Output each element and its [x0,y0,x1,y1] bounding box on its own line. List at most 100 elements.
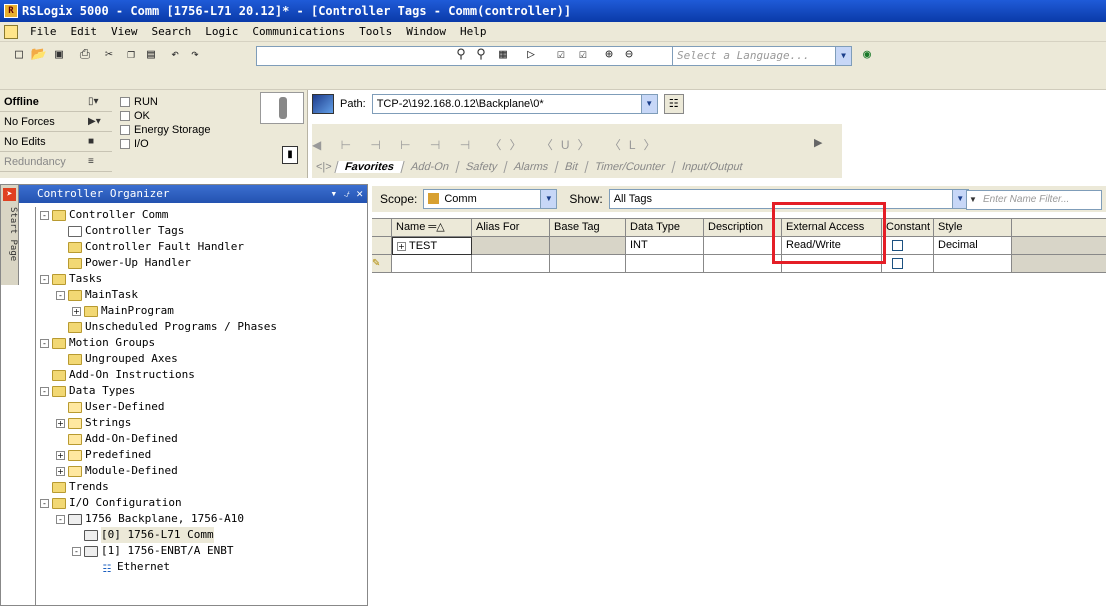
start-page-tab[interactable]: ➤ Start Page [1,185,19,285]
style-cell[interactable] [934,255,1012,273]
collapse-icon[interactable]: - [40,498,49,508]
network-path-icon[interactable] [312,94,334,114]
language-select[interactable]: Select a Language... ▼ [672,46,852,66]
tree-node[interactable]: - 1756 Backplane, 1756-A10 [56,511,244,527]
print-icon[interactable]: ⎙ [76,46,94,64]
tree-node[interactable]: [0] 1756-L71 Comm [72,527,214,543]
path-combo[interactable]: TCP-2\192.168.0.12\Backplane\0* ▼ [371,94,658,114]
tab-timer-counter[interactable]: Timer/Counter [584,161,675,173]
style-cell[interactable]: Decimal [934,237,1012,255]
tab-input-output[interactable]: Input/Output [671,161,752,173]
tree-node[interactable]: - I/O Configuration [40,495,182,511]
col-name-header[interactable]: Name ═△ [392,219,472,237]
ladder-instruction-icons[interactable]: ◀ ⊢ ⊣ ⊢ ⊣ ⊣ 〈〉 〈U〉 〈L〉 [312,136,664,153]
chevron-down-icon[interactable]: ▼ [835,47,851,65]
menu-communications[interactable]: Communications [250,25,347,38]
table-row[interactable]: ✎ [372,255,1106,273]
expand-icon[interactable]: + [56,418,65,428]
tree-node[interactable]: Add-On Instructions [40,367,195,383]
forces-arrow-icon[interactable]: ▶▾ [88,112,101,132]
data-type-cell[interactable]: INT [626,237,704,255]
constant-checkbox[interactable] [892,258,903,269]
tree-node[interactable]: + Strings [56,415,131,431]
verify-icon[interactable]: ☑ [552,46,570,64]
collapse-icon[interactable]: - [40,386,49,396]
scope-select[interactable]: Comm ▼ [423,189,558,209]
col-base-tag-header[interactable]: Base Tag [550,219,626,237]
redo-icon[interactable]: ↷ [186,46,204,64]
globe-icon[interactable]: ◉ [858,46,876,64]
name-filter-input[interactable]: Enter Name Filter... [966,190,1102,210]
tag-name-cell[interactable]: + TEST [392,237,472,255]
tree-node[interactable]: Add-On-Defined [56,431,178,447]
col-data-type-header[interactable]: Data Type [626,219,704,237]
table-row[interactable]: + TEST INT Read/Write Decimal [372,237,1106,255]
cut-icon[interactable]: ✂ [100,46,118,64]
tree-node[interactable]: - Tasks [40,271,102,287]
browse-logic-icon[interactable]: ▦ [494,46,512,64]
tab-bit[interactable]: Bit [554,161,588,173]
forces-status[interactable]: No Forces ▶▾ [0,112,112,132]
collapse-icon[interactable]: - [40,338,49,348]
tree-node[interactable]: Unscheduled Programs / Phases [56,319,277,335]
col-constant-header[interactable]: Constant [882,219,934,237]
tab-scroll-icon[interactable]: <|> [312,161,336,173]
search-combo[interactable]: ▼ [256,46,724,66]
alias-for-cell[interactable] [472,237,550,255]
constant-checkbox[interactable] [892,240,903,251]
tree-node[interactable]: ☷ Ethernet [88,559,170,575]
edits-status[interactable]: No Edits ■ [0,132,112,152]
collapse-icon[interactable]: - [40,210,49,220]
tree-node[interactable]: + MainProgram [72,303,174,319]
menu-tools[interactable]: Tools [357,25,394,38]
tree-node[interactable]: Ungrouped Axes [56,351,178,367]
tree-node[interactable]: - MainTask [56,287,138,303]
tree-node[interactable]: - Data Types [40,383,135,399]
zoom-out-icon[interactable]: ⊖ [620,46,638,64]
tree-node[interactable]: Trends [40,479,109,495]
tree-node[interactable]: + Module-Defined [56,463,178,479]
collapse-icon[interactable]: - [40,274,49,284]
scroll-right-icon[interactable]: ▶ [814,136,822,149]
col-description-header[interactable]: Description [704,219,782,237]
data-type-cell[interactable] [626,255,704,273]
undo-icon[interactable]: ↶ [166,46,184,64]
description-cell[interactable] [704,255,782,273]
mode-dropdown-icon[interactable]: ▯▾ [88,92,99,112]
open-folder-icon[interactable]: 📂 [30,46,48,64]
menu-file[interactable]: File [28,25,59,38]
menu-help[interactable]: Help [458,25,489,38]
col-alias-header[interactable]: Alias For [472,219,550,237]
collapse-icon[interactable]: - [56,514,65,524]
chevron-down-icon[interactable]: ▼ [640,95,657,113]
tree-node[interactable]: - Controller Comm [40,207,168,223]
tree-node[interactable]: User-Defined [56,399,164,415]
alias-for-cell[interactable] [472,255,550,273]
verify-controller-icon[interactable]: ☑ [574,46,592,64]
expand-icon[interactable]: + [56,466,65,476]
tree-node[interactable]: + Predefined [56,447,151,463]
tab-alarms[interactable]: Alarms [503,161,558,173]
chevron-down-icon[interactable]: ▼ [540,190,557,208]
mode-status[interactable]: Offline ▯▾ [0,92,112,112]
expand-icon[interactable]: + [397,242,406,251]
find-next-icon[interactable]: ⚲ [472,46,490,64]
tab-add-on[interactable]: Add-On [400,161,459,173]
tree-node[interactable]: Controller Tags [56,223,184,239]
tree-node[interactable]: Power-Up Handler [56,255,191,271]
edits-lock-icon[interactable]: ■ [88,132,94,152]
tag-name-cell[interactable] [392,255,472,273]
who-active-icon[interactable]: ☷ [663,94,684,114]
save-icon[interactable]: ▣ [50,46,68,64]
tab-favorites[interactable]: Favorites [334,161,404,173]
expand-icon[interactable]: + [56,450,65,460]
collapse-icon[interactable]: - [56,290,65,300]
paste-icon[interactable]: ▤ [142,46,160,64]
tree-node[interactable]: - [1] 1756-ENBT/A ENBT [72,543,233,559]
col-style-header[interactable]: Style [934,219,1012,237]
zoom-in-icon[interactable]: ⊕ [600,46,618,64]
expand-icon[interactable]: + [72,306,81,316]
copy-icon[interactable]: ❐ [122,46,140,64]
tab-safety[interactable]: Safety [454,161,507,173]
find-icon[interactable]: ⚲ [452,46,470,64]
